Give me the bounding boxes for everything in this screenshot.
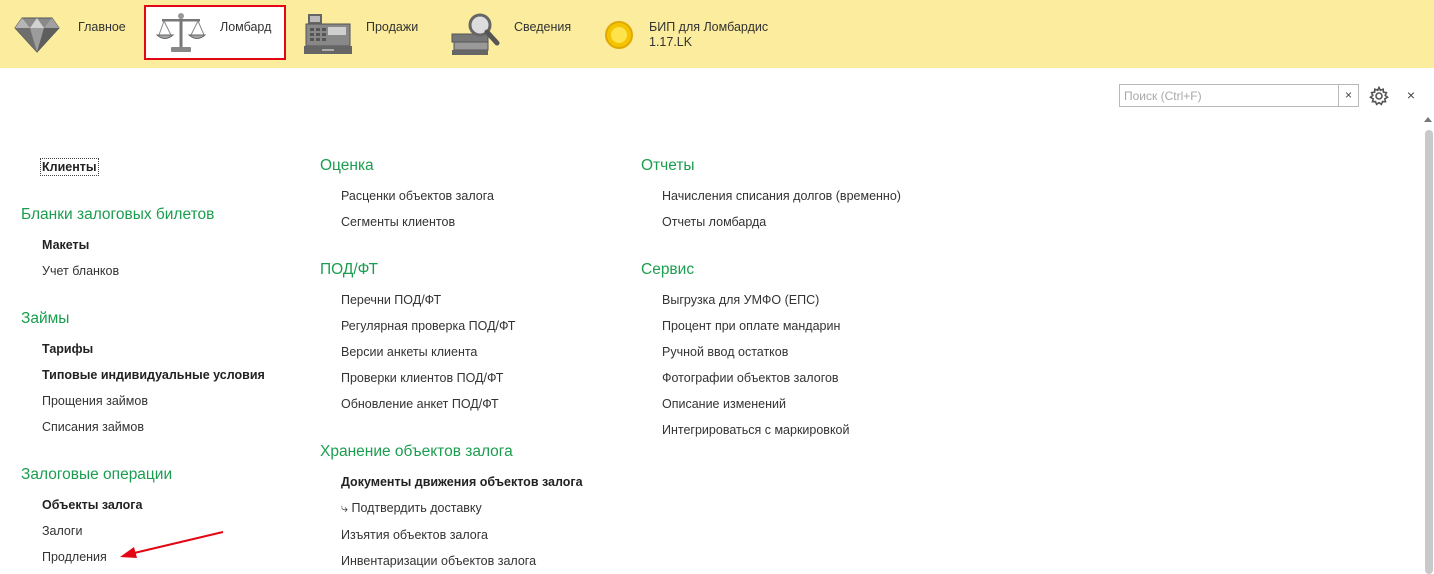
annotation-arrow-icon (120, 531, 224, 558)
